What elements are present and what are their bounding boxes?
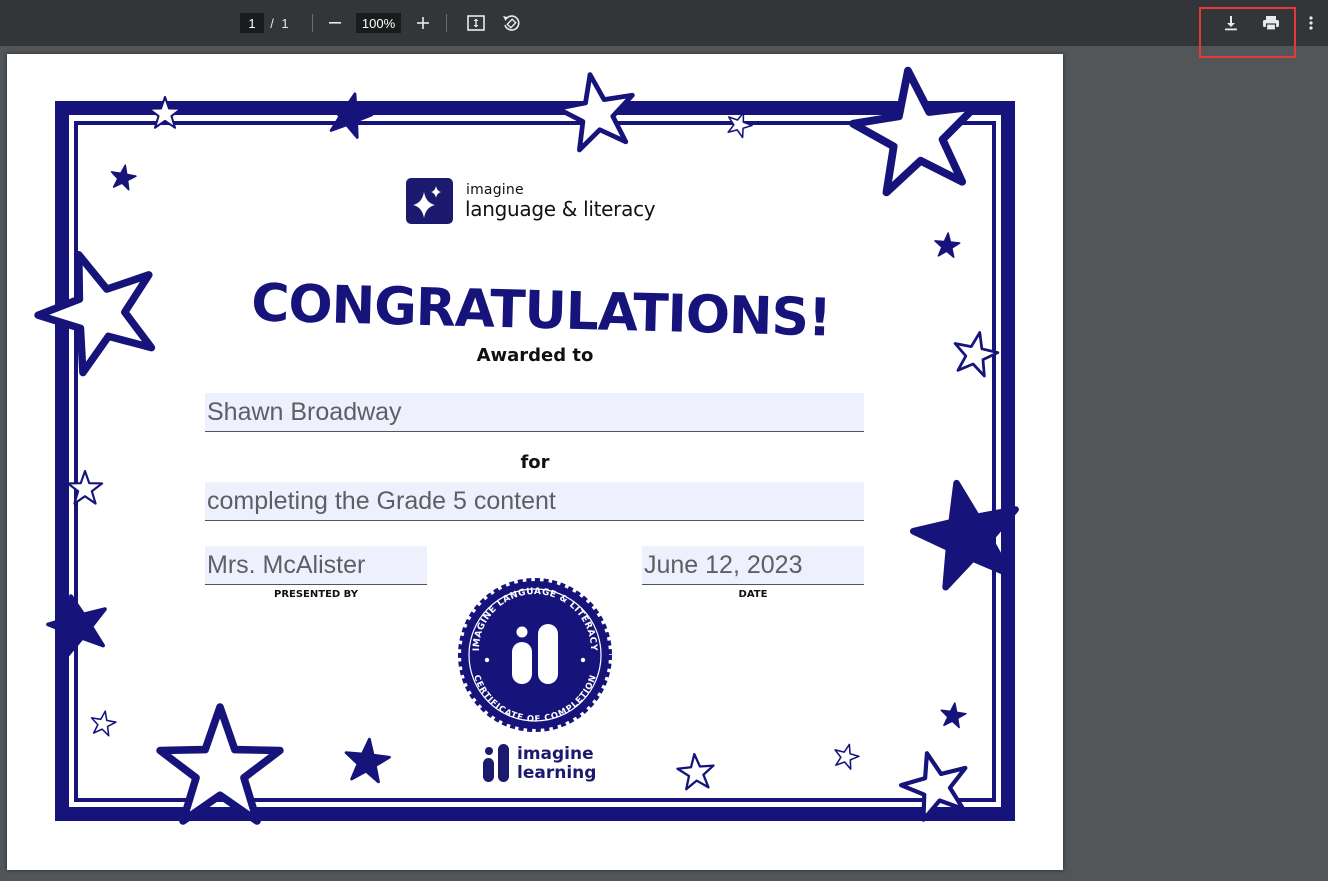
rotate-icon — [503, 15, 520, 31]
highlight-box — [1199, 7, 1296, 58]
presented-by-label: PRESENTED BY — [273, 589, 358, 600]
zoom-level-input[interactable]: 100% — [356, 13, 401, 33]
footer-logo-line1: imagine — [517, 744, 594, 764]
toolbar-divider — [446, 14, 447, 32]
minus-icon — [329, 22, 341, 24]
more-vert-icon — [1309, 16, 1313, 30]
page-total: 1 — [281, 15, 289, 31]
page-separator: / — [270, 15, 274, 31]
presenter-field[interactable]: Mrs. McAlister — [205, 546, 427, 585]
more-actions-button[interactable] — [1296, 8, 1326, 38]
reason-field[interactable]: completing the Grade 5 content — [205, 482, 864, 521]
plus-icon — [417, 17, 429, 29]
zoom-out-button[interactable] — [320, 8, 350, 38]
page-number-input[interactable]: 1 — [240, 13, 264, 33]
fit-to-page-icon — [467, 15, 485, 31]
toolbar-divider — [312, 14, 313, 32]
fit-to-page-button[interactable] — [461, 8, 491, 38]
awarded-to-label: Awarded to — [476, 345, 594, 366]
zoom-in-button[interactable] — [408, 8, 438, 38]
pdf-toolbar: 1 / 1 100% — [0, 0, 1328, 46]
sparkle-icon — [406, 178, 453, 224]
footer-logo-text: imagine learning — [517, 745, 596, 783]
footer-logo-line2: learning — [517, 763, 597, 783]
date-field[interactable]: June 12, 2023 — [642, 546, 864, 585]
certificate-seal: IMAGINE LANGUAGE & LITERACY CERTIFICATE … — [458, 578, 612, 732]
for-label: for — [520, 452, 550, 473]
brand-logo-text: language & literacy — [465, 197, 656, 221]
recipient-name-field[interactable]: Shawn Broadway — [205, 393, 864, 432]
date-label: DATE — [738, 589, 768, 600]
brand-logo-small-text: imagine — [466, 182, 524, 198]
rotate-button[interactable] — [496, 8, 526, 38]
